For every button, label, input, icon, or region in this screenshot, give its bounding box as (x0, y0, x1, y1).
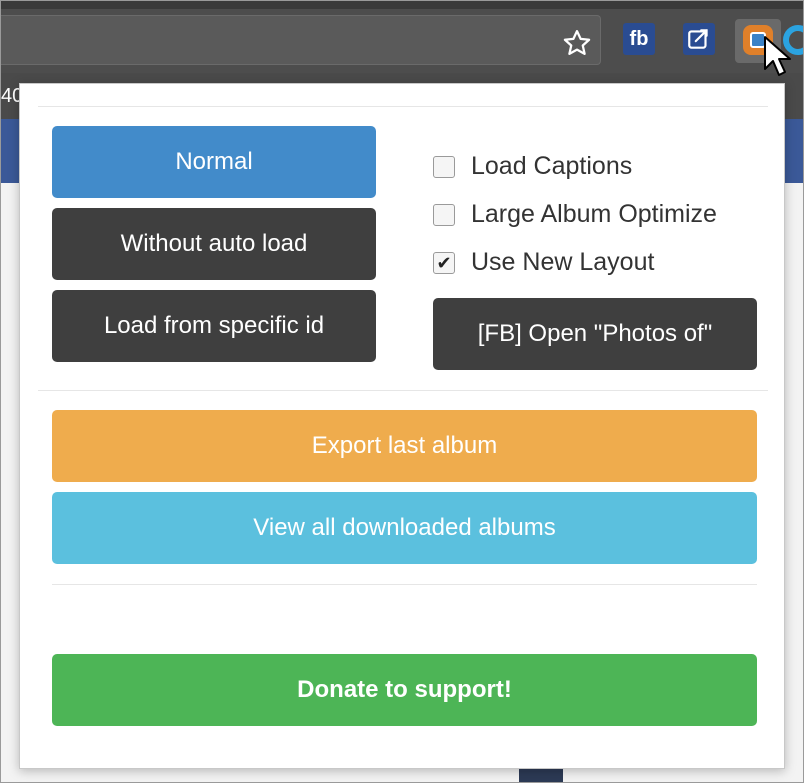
fb-icon-label: fb (629, 27, 649, 50)
donate-button[interactable]: Donate to support! (52, 654, 757, 726)
option-load-captions[interactable]: Load Captions (433, 152, 632, 181)
view-all-downloaded-albums-button[interactable]: View all downloaded albums (52, 492, 757, 564)
star-icon (563, 30, 591, 55)
screenshot-frame: fb 40 頁 Normal Without auto load Load fr… (0, 0, 804, 783)
export-last-album-button[interactable]: Export last album (52, 410, 757, 482)
divider-top (38, 106, 768, 107)
load-captions-label: Load Captions (471, 152, 633, 180)
divider-bottom (52, 584, 757, 585)
load-captions-checkbox[interactable] (433, 155, 455, 178)
option-large-album-optimize[interactable]: Large Album Optimize (433, 200, 717, 229)
share-extension-icon[interactable] (683, 23, 715, 55)
facebook-extension-icon[interactable]: fb (623, 23, 655, 55)
address-bar[interactable] (1, 15, 601, 65)
open-photos-of-button[interactable]: [FB] Open "Photos of" (433, 298, 757, 370)
large-album-optimize-checkbox[interactable] (433, 203, 455, 226)
use-new-layout-checkbox[interactable]: ✔ (433, 251, 455, 274)
divider-middle (38, 390, 768, 391)
mouse-cursor-icon (764, 36, 791, 76)
use-new-layout-label: Use New Layout (471, 248, 655, 276)
option-use-new-layout[interactable]: ✔ Use New Layout (433, 248, 654, 277)
checkmark-icon: ✔ (436, 252, 452, 273)
without-auto-load-button[interactable]: Without auto load (52, 208, 376, 280)
normal-button[interactable]: Normal (52, 126, 376, 198)
bookmark-star-icon[interactable] (557, 23, 597, 63)
tab-strip (1, 1, 803, 9)
large-album-optimize-label: Large Album Optimize (471, 200, 717, 228)
extension-popup: Normal Without auto load Load from speci… (19, 83, 785, 769)
load-from-specific-id-button[interactable]: Load from specific id (52, 290, 376, 362)
edit-share-icon (688, 29, 708, 49)
